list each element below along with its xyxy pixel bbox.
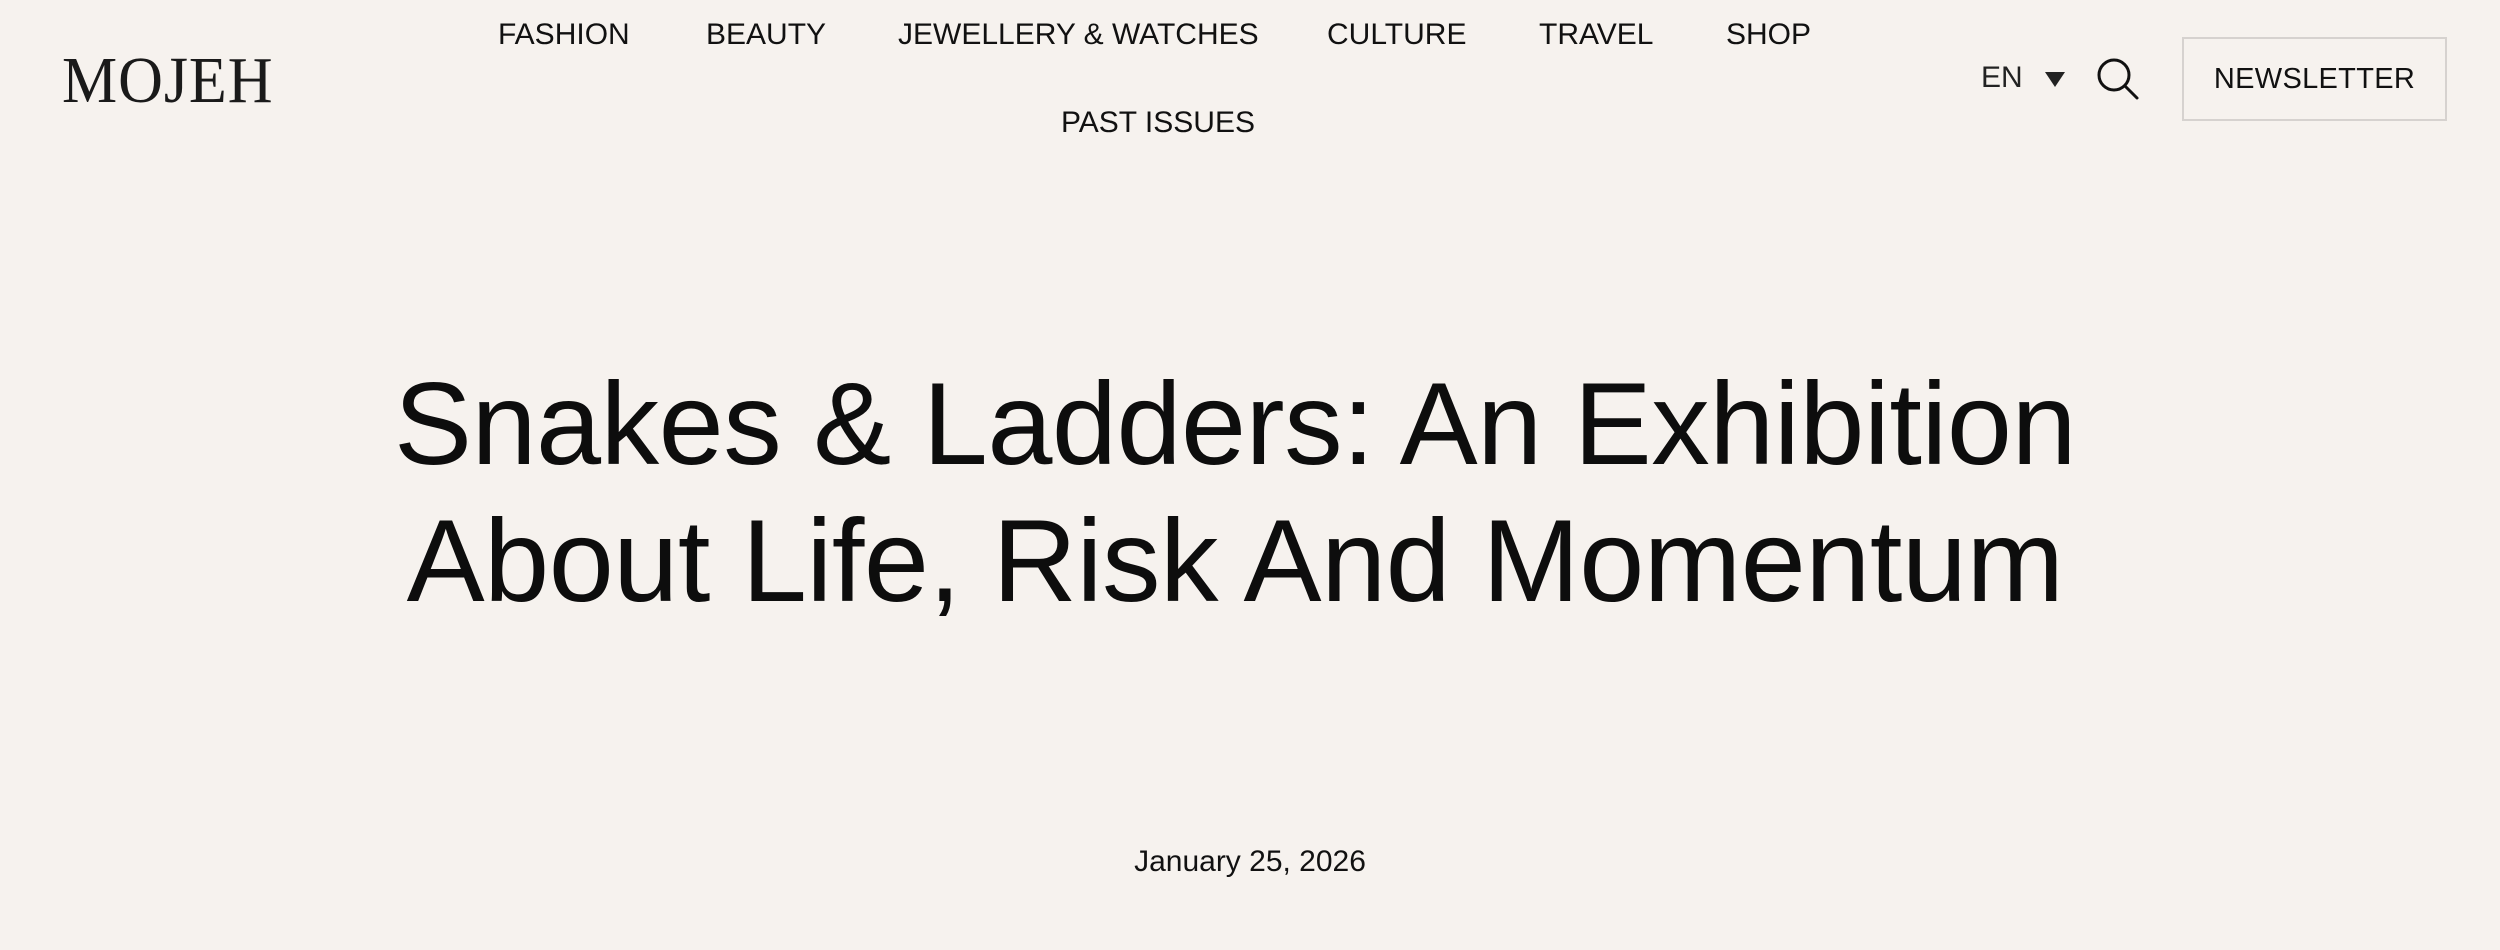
nav-row-primary: FASHION BEAUTY JEWELLERY & WATCHES CULTU…: [0, 15, 2500, 55]
nav-item-travel[interactable]: TRAVEL: [1539, 15, 1653, 55]
nav-item-fashion[interactable]: FASHION: [498, 15, 630, 55]
nav-item-culture[interactable]: CULTURE: [1327, 15, 1466, 55]
language-selector[interactable]: EN: [1981, 58, 2065, 98]
nav-row-secondary: PAST ISSUES: [0, 103, 2500, 143]
nav-item-shop[interactable]: SHOP: [1726, 15, 1811, 55]
article-date: January 25, 2026: [1134, 845, 1366, 878]
search-button[interactable]: [2096, 57, 2140, 101]
nav-item-jewellery-watches[interactable]: JEWELLERY & WATCHES: [898, 15, 1259, 55]
nav-item-beauty[interactable]: BEAUTY: [706, 15, 826, 55]
article-title: Snakes & Ladders: An Exhibition About Li…: [393, 358, 2077, 626]
search-icon: [2097, 58, 2139, 100]
nav-item-past-issues[interactable]: PAST ISSUES: [1061, 103, 1255, 143]
language-selected: EN: [1981, 61, 2023, 94]
chevron-down-icon: [2044, 71, 2065, 87]
newsletter-button[interactable]: NEWSLETTER: [2182, 37, 2447, 121]
